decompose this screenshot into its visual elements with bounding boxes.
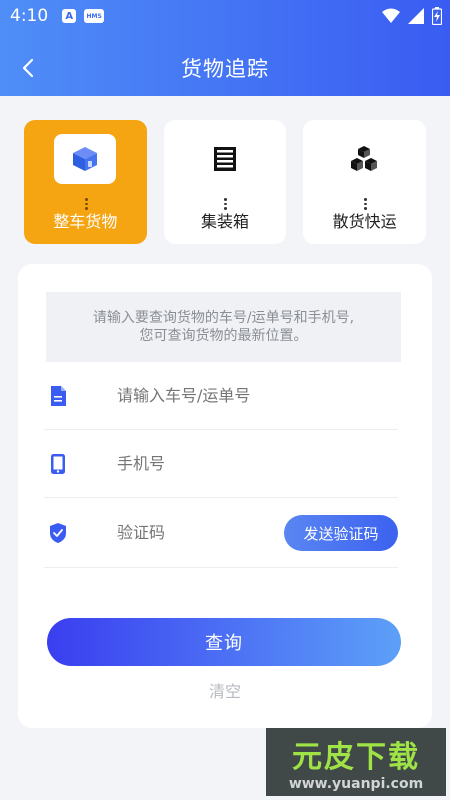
status-icons: [382, 7, 442, 25]
back-button[interactable]: [14, 54, 42, 82]
category-tabs: 整车货物 集装箱 散货快运: [24, 120, 427, 244]
verification-code-input[interactable]: [117, 523, 267, 542]
send-code-button[interactable]: 发送验证码: [284, 515, 398, 551]
status-bar: 4:10 A HMS: [0, 0, 450, 32]
app-a-icon: A: [62, 9, 77, 23]
watermark-main: 元皮下载: [292, 740, 420, 775]
watermark-logo: 元皮下载 www.yuanpi.com: [266, 728, 446, 796]
waybill-field: [44, 362, 398, 430]
notice-line-2: 您可查询货物的最新位置。: [139, 328, 308, 344]
tab-whole-vehicle[interactable]: 整车货物: [24, 120, 147, 244]
container-icon: [213, 147, 236, 171]
nav-bar: 货物追踪: [0, 44, 450, 92]
boxes-icon-box: [333, 134, 395, 184]
query-form-card: 请输入要查询货物的车号/运单号和手机号, 您可查询货物的最新位置。 请输入车号/…: [18, 264, 432, 728]
boxes-icon: [351, 146, 378, 171]
tab-label: 整车货物: [53, 212, 118, 231]
tab-label: 散货快运: [332, 212, 397, 231]
notice-line-1: 请输入要查询货物的车号/运单号和手机号,: [92, 310, 355, 326]
tab-bulk-express[interactable]: 散货快运: [303, 120, 427, 244]
tab-container[interactable]: 集装箱: [163, 120, 287, 244]
code-field: 发送验证码: [44, 498, 398, 568]
document-icon: [46, 385, 70, 407]
battery-charging-icon: [432, 7, 442, 25]
watermark-sub: www.yuanpi.com: [288, 776, 424, 792]
query-button[interactable]: 查询: [47, 618, 401, 666]
tab-label: 集装箱: [201, 212, 250, 231]
phone-field: [44, 430, 398, 498]
truck-box-icon: [73, 147, 97, 171]
container-icon-box: [194, 134, 256, 184]
phone-icon: [46, 453, 70, 475]
signal-icon: [408, 8, 424, 24]
shield-check-icon: [46, 522, 70, 544]
app-header: 4:10 A HMS 货物追踪: [0, 0, 450, 96]
wifi-icon: [382, 8, 400, 23]
hms-icon: HMS: [84, 9, 105, 23]
page-title: 货物追踪: [181, 57, 269, 81]
truck-box-icon-box: [54, 134, 116, 184]
status-time: 4:10: [10, 6, 49, 26]
waybill-input[interactable]: [117, 386, 307, 405]
notice-box: 请输入要查询货物的车号/运单号和手机号, 您可查询货物的最新位置。: [46, 292, 401, 362]
clear-button[interactable]: 清空: [18, 678, 432, 702]
phone-input[interactable]: [117, 454, 307, 473]
chevron-left-icon: [22, 58, 34, 78]
